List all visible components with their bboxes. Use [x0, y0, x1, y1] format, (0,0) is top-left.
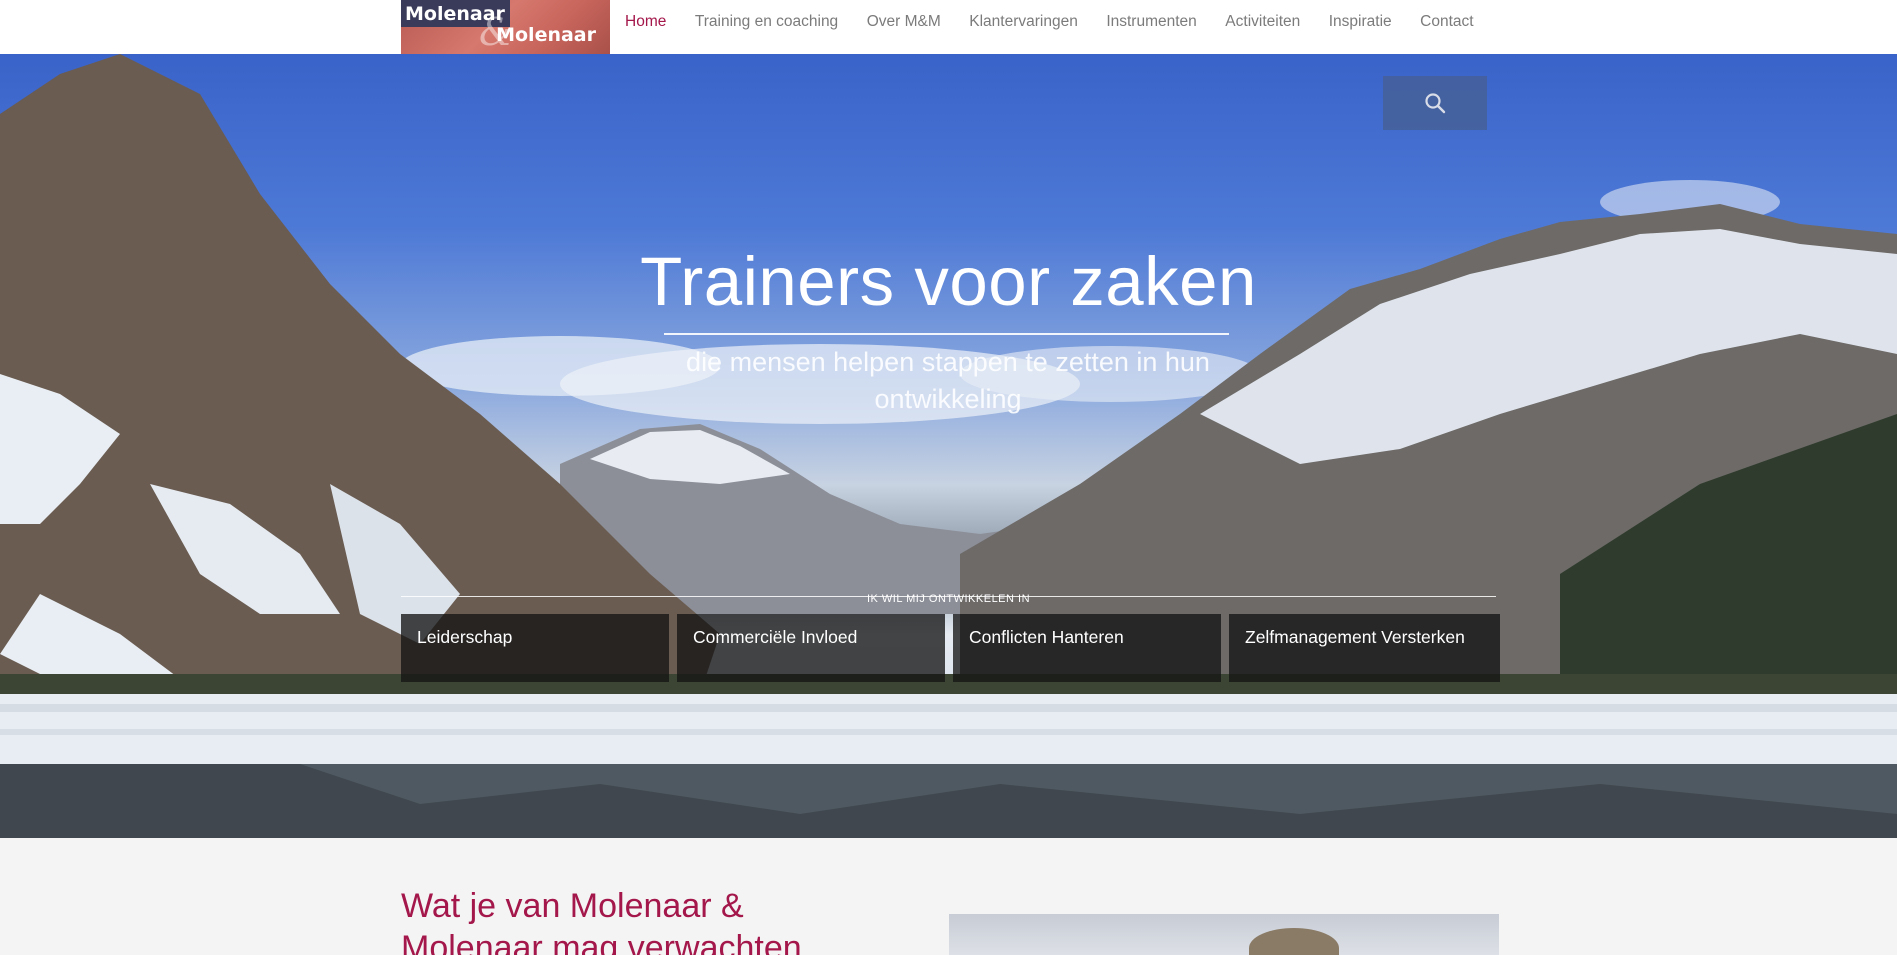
- develop-label-text: IK WIL MIJ ONTWIKKELEN IN: [866, 593, 1031, 605]
- search-button[interactable]: [1383, 76, 1487, 130]
- tile-zelfmanagement-versterken[interactable]: Zelfmanagement Versterken: [1229, 614, 1500, 682]
- develop-label: IK WIL MIJ ONTWIKKELEN IN: [0, 589, 1897, 607]
- site-header: Molenaar & Molenaar Home Training en coa…: [0, 0, 1897, 54]
- tile-commerciele-invloed[interactable]: Commerciële Invloed: [677, 614, 945, 682]
- nav-inspiratie[interactable]: Inspiratie: [1329, 13, 1392, 31]
- hero-mountain-image: [0, 54, 1897, 838]
- nav-home[interactable]: Home: [625, 13, 666, 31]
- develop-tiles: Leiderschap Commerciële Invloed Conflict…: [401, 614, 1500, 682]
- nav-instrumenten[interactable]: Instrumenten: [1106, 13, 1196, 31]
- hero-subtitle: die mensen helpen stappen te zetten in h…: [686, 347, 1210, 414]
- nav-klantervaringen[interactable]: Klantervaringen: [969, 13, 1078, 31]
- content-heading: Wat je van Molenaar & Molenaar mag verwa…: [401, 887, 802, 955]
- tile-conflicten-hanteren[interactable]: Conflicten Hanteren: [953, 614, 1221, 682]
- nav-over-mm[interactable]: Over M&M: [867, 13, 941, 31]
- hero-section: Trainers voor zaken die mensen helpen st…: [0, 54, 1897, 838]
- content-photo: [949, 914, 1499, 955]
- tile-leiderschap[interactable]: Leiderschap: [401, 614, 669, 682]
- search-icon: [1425, 93, 1446, 114]
- nav-contact[interactable]: Contact: [1420, 13, 1473, 31]
- main-nav: Home Training en coaching Over M&M Klant…: [625, 0, 1502, 44]
- hero-divider: [664, 333, 1229, 335]
- logo-text-bottom: Molenaar: [496, 24, 596, 46]
- hero-title: Trainers voor zaken: [640, 243, 1257, 320]
- content-photo-subject: [1249, 928, 1339, 955]
- nav-activiteiten[interactable]: Activiteiten: [1225, 13, 1300, 31]
- nav-training-en-coaching[interactable]: Training en coaching: [695, 13, 838, 31]
- site-logo[interactable]: Molenaar & Molenaar: [401, 0, 610, 54]
